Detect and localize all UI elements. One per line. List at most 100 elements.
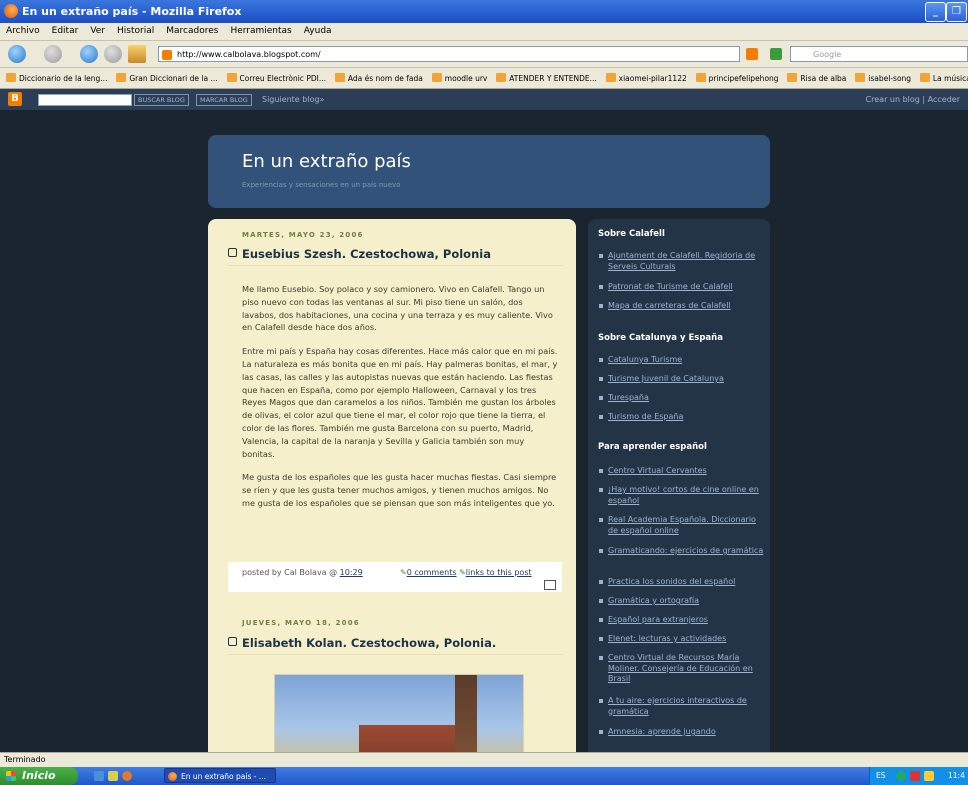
sidebar-link[interactable]: Turisme Juvenil de Catalunya <box>598 374 764 385</box>
tray-icon[interactable] <box>910 771 920 781</box>
post-time-link[interactable]: 10:29 <box>340 568 363 577</box>
menu-ver[interactable]: Ver <box>90 26 105 36</box>
bookmark-item[interactable]: moodle urv <box>431 73 487 83</box>
post-footer: posted by Cal Bolava @ 10:29 ✎0 comments… <box>228 562 562 592</box>
stop-icon[interactable] <box>104 45 122 63</box>
post-paragraph: Me gusta de los españoles que les gusta … <box>242 472 557 508</box>
firefox-icon <box>168 772 177 781</box>
comments-link[interactable]: 0 comments <box>407 568 457 577</box>
blog-header: En un extraño país Experiencias y sensac… <box>208 135 770 208</box>
post-date: MARTES, MAYO 23, 2006 <box>242 231 364 239</box>
menu-editar[interactable]: Editar <box>52 26 79 36</box>
post-paragraph: Me llamo Eusebio. Soy polaco y soy camio… <box>242 284 553 333</box>
taskbar-window-button[interactable]: En un extraño país - ... <box>164 768 276 783</box>
bookmark-icon <box>695 73 706 82</box>
sidebar-link[interactable]: Practica los sonidos del español <box>598 577 764 588</box>
sidebar-link[interactable]: Real Academia Española. Diccionario de e… <box>598 515 764 536</box>
sidebar-link[interactable]: Turismo de España <box>598 412 764 423</box>
restore-button[interactable]: ❐ <box>946 2 967 22</box>
post-photo[interactable] <box>274 674 524 752</box>
firefox-icon <box>4 4 18 18</box>
post-body: Me llamo Eusebio. Soy polaco y soy camio… <box>242 283 558 521</box>
posted-by: posted by Cal Bolava @ <box>242 568 338 577</box>
sidebar-link[interactable]: ¡Hay motivo! cortos de cine online en es… <box>598 485 764 506</box>
blog-title[interactable]: En un extraño país <box>242 151 411 172</box>
bookmark-item[interactable]: Diccionario de la leng... <box>6 73 107 83</box>
building-image <box>359 725 455 752</box>
sidebar-link[interactable]: Centro Virtual de Recursos María Moliner… <box>598 653 764 685</box>
quicklaunch-icon[interactable] <box>94 771 104 781</box>
bookmark-item[interactable]: Ada és nom de fada <box>334 73 423 83</box>
search-input[interactable]: Google <box>790 46 968 62</box>
menu-historial[interactable]: Historial <box>117 26 154 36</box>
bookmark-icon <box>919 73 930 82</box>
blog-description: Experiencias y sensaciones en un país nu… <box>242 181 401 189</box>
sidebar-link[interactable]: Catalunya Turisme <box>598 355 764 366</box>
tray-icon[interactable] <box>924 771 934 781</box>
back-icon[interactable] <box>8 45 26 63</box>
sidebar-link[interactable]: Centro Virtual Cervantes <box>598 466 764 477</box>
flag-blog-button[interactable]: MARCAR BLOG <box>196 94 252 106</box>
sidebar-heading: Sobre Catalunya y España <box>598 333 723 343</box>
next-blog-link[interactable]: Siguiente blog» <box>262 95 324 104</box>
bookmarks-toolbar: Diccionario de la leng... Gran Diccionar… <box>0 68 968 89</box>
menu-archivo[interactable]: Archivo <box>6 26 40 36</box>
url-bar[interactable]: http://www.calbolava.blogspot.com/ <box>158 46 740 62</box>
search-blog-button[interactable]: BUSCAR BLOG <box>134 94 189 106</box>
rss-icon[interactable] <box>746 48 758 60</box>
quicklaunch-icon[interactable] <box>122 771 132 781</box>
sidebar-link[interactable]: Gramática y ortografía <box>598 596 764 607</box>
home-icon[interactable] <box>128 45 146 63</box>
bookmark-icon <box>787 73 798 82</box>
sidebar-link[interactable]: A tu aire: ejercicios interactivos de gr… <box>598 696 764 717</box>
bookmark-icon <box>605 73 616 82</box>
sidebar-link[interactable]: Español para extranjeros <box>598 615 764 626</box>
tower-image <box>455 675 477 752</box>
bookmark-item[interactable]: La música de <box>919 73 968 83</box>
tray-icon[interactable] <box>896 771 906 781</box>
email-post-icon[interactable] <box>544 580 556 590</box>
post-title[interactable]: Eusebius Szesh. Czestochowa, Polonia <box>228 247 562 266</box>
minimize-button[interactable]: _ <box>925 2 946 22</box>
bookmark-icon <box>496 73 507 82</box>
menu-herramientas[interactable]: Herramientas <box>230 26 291 36</box>
bookmark-icon <box>334 73 345 82</box>
forward-icon[interactable] <box>44 45 62 63</box>
blog-search-input[interactable] <box>38 94 132 106</box>
language-indicator[interactable]: ES <box>876 771 886 780</box>
sidebar-link[interactable]: Gramaticando: ejercicios de gramática <box>598 546 764 557</box>
bookmark-icon <box>6 73 16 82</box>
links-to-post-link[interactable]: links to this post <box>466 568 532 577</box>
quicklaunch-icon[interactable] <box>108 771 118 781</box>
sidebar-link[interactable]: Patronat de Turisme de Calafell <box>598 282 764 293</box>
menu-bar: Archivo Editar Ver Historial Marcadores Herra… <box>0 23 968 41</box>
bookmark-item[interactable]: Risa de alba <box>787 73 846 83</box>
start-button[interactable]: Inicio <box>0 767 78 785</box>
bookmark-item[interactable]: ATENDER Y ENTENDE... <box>496 73 597 83</box>
sidebar-link[interactable]: Amnesia: aprende jugando <box>598 727 764 738</box>
sidebar-link[interactable]: Ajuntament de Calafell. Regidoria de Ser… <box>598 251 764 272</box>
status-text: Terminado <box>4 755 46 764</box>
bookmark-item[interactable]: principefelipehong <box>695 73 779 83</box>
sidebar-link[interactable]: Elenet: lecturas y actividades <box>598 634 764 645</box>
reload-icon[interactable] <box>80 45 98 63</box>
taskbar: Inicio En un extraño país - ... ES 11:4 <box>0 767 968 785</box>
go-icon[interactable] <box>770 48 782 60</box>
sidebar-link[interactable]: Mapa de carreteras de Calafell <box>598 301 764 312</box>
status-bar: Terminado <box>0 752 968 767</box>
post-title[interactable]: Elisabeth Kolan. Czestochowa, Polonia. <box>228 636 562 655</box>
bookmark-icon <box>116 73 127 82</box>
blogger-logo-icon[interactable]: B <box>8 92 22 106</box>
create-blog-link[interactable]: Crear un blog | Acceder <box>866 95 960 104</box>
sidebar-link[interactable]: Turespaña <box>598 393 764 404</box>
bookmark-item[interactable]: Correu Electrònic PDI... <box>226 73 326 83</box>
bookmark-item[interactable]: isabel-song <box>855 73 911 83</box>
menu-ayuda[interactable]: Ayuda <box>304 26 332 36</box>
navigation-toolbar: http://www.calbolava.blogspot.com/ Googl… <box>0 41 968 68</box>
menu-marcadores[interactable]: Marcadores <box>166 26 218 36</box>
favicon-icon <box>162 50 172 60</box>
bookmark-item[interactable]: Gran Diccionari de la ... <box>116 73 218 83</box>
sidebar-heading: Para aprender español <box>598 442 707 452</box>
bookmark-item[interactable]: xiaomei-pilar1122 <box>605 73 687 83</box>
bookmark-icon <box>855 73 866 82</box>
